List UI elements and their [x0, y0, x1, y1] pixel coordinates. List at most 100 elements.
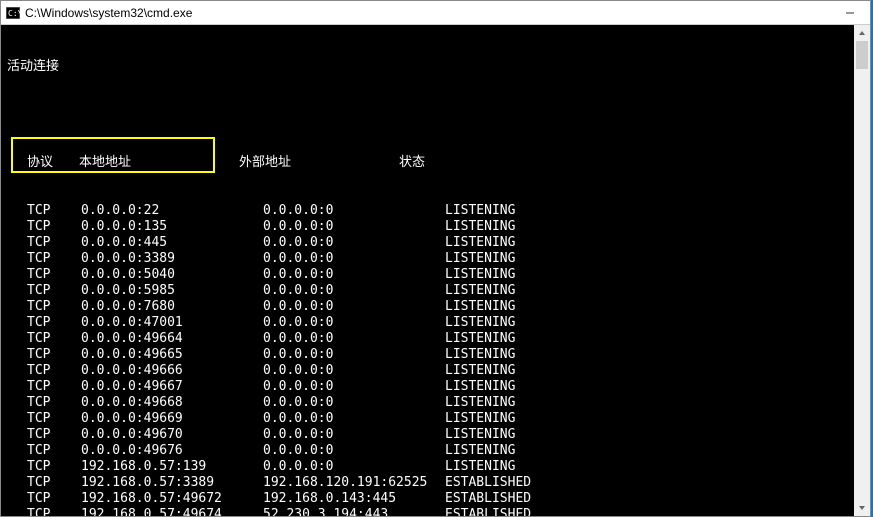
scroll-up-button[interactable] — [854, 25, 870, 41]
scroll-thumb[interactable] — [856, 41, 868, 69]
cell-foreign: 0.0.0.0:0 — [263, 267, 445, 283]
scroll-down-button[interactable] — [854, 500, 870, 516]
cell-foreign: 0.0.0.0:0 — [263, 459, 445, 475]
cell-local: 192.168.0.57:49674 — [81, 507, 263, 516]
table-row: TCP0.0.0.0:496670.0.0.0:0LISTENING — [7, 379, 864, 395]
window-controls — [830, 1, 870, 24]
cell-local: 0.0.0.0:445 — [81, 235, 263, 251]
cell-state: LISTENING — [445, 347, 515, 363]
cell-proto: TCP — [27, 379, 81, 395]
cell-proto: TCP — [27, 475, 81, 491]
table-row: TCP192.168.0.57:1390.0.0.0:0LISTENING — [7, 459, 864, 475]
cell-local: 0.0.0.0:47001 — [81, 315, 263, 331]
table-row: TCP0.0.0.0:470010.0.0.0:0LISTENING — [7, 315, 864, 331]
cell-local: 0.0.0.0:49668 — [81, 395, 263, 411]
table-row: TCP0.0.0.0:496650.0.0.0:0LISTENING — [7, 347, 864, 363]
cell-proto: TCP — [27, 459, 81, 475]
table-row: TCP0.0.0.0:496690.0.0.0:0LISTENING — [7, 411, 864, 427]
cell-proto: TCP — [27, 363, 81, 379]
cell-state: LISTENING — [445, 427, 515, 443]
cell-state: LISTENING — [445, 331, 515, 347]
cell-foreign: 0.0.0.0:0 — [263, 395, 445, 411]
cell-foreign: 0.0.0.0:0 — [263, 347, 445, 363]
cell-state: LISTENING — [445, 395, 515, 411]
table-row: TCP0.0.0.0:496680.0.0.0:0LISTENING — [7, 395, 864, 411]
blank-line — [7, 107, 864, 123]
cell-foreign: 0.0.0.0:0 — [263, 411, 445, 427]
cell-foreign: 192.168.120.191:62525 — [263, 475, 445, 491]
cell-state: LISTENING — [445, 379, 515, 395]
cell-local: 0.0.0.0:49676 — [81, 443, 263, 459]
cell-state: LISTENING — [445, 315, 515, 331]
cell-foreign: 0.0.0.0:0 — [263, 363, 445, 379]
cell-proto: TCP — [27, 331, 81, 347]
terminal-output[interactable]: 活动连接 协议 本地地址 外部地址 状态 TCP0.0.0.0:220.0.0.… — [1, 25, 870, 516]
cell-state: LISTENING — [445, 443, 515, 459]
table-row: TCP0.0.0.0:59850.0.0.0:0LISTENING — [7, 283, 864, 299]
cell-proto: TCP — [27, 347, 81, 363]
cell-foreign: 0.0.0.0:0 — [263, 235, 445, 251]
minimize-button[interactable] — [830, 1, 870, 24]
table-row: TCP192.168.0.57:49672192.168.0.143:445ES… — [7, 491, 864, 507]
cell-local: 0.0.0.0:49670 — [81, 427, 263, 443]
cell-local: 192.168.0.57:49672 — [81, 491, 263, 507]
cell-state: LISTENING — [445, 459, 515, 475]
cell-proto: TCP — [27, 267, 81, 283]
vertical-scrollbar[interactable] — [854, 25, 870, 516]
cell-foreign: 0.0.0.0:0 — [263, 299, 445, 315]
cell-foreign: 192.168.0.143:445 — [263, 491, 445, 507]
table-row: TCP0.0.0.0:496700.0.0.0:0LISTENING — [7, 427, 864, 443]
table-row: TCP0.0.0.0:496640.0.0.0:0LISTENING — [7, 331, 864, 347]
cell-proto: TCP — [27, 411, 81, 427]
cell-foreign: 0.0.0.0:0 — [263, 283, 445, 299]
header-label: 活动连接 — [7, 59, 864, 75]
cell-local: 0.0.0.0:3389 — [81, 251, 263, 267]
col-header-local: 本地地址 — [79, 155, 239, 171]
cell-state: LISTENING — [445, 411, 515, 427]
col-header-proto: 协议 — [27, 155, 79, 171]
cell-proto: TCP — [27, 315, 81, 331]
scroll-track[interactable] — [854, 41, 870, 500]
cell-state: LISTENING — [445, 251, 515, 267]
table-row: TCP0.0.0.0:496660.0.0.0:0LISTENING — [7, 363, 864, 379]
cell-local: 0.0.0.0:5040 — [81, 267, 263, 283]
titlebar[interactable]: C:\ C:\Windows\system32\cmd.exe — [1, 1, 870, 25]
svg-text:C:\: C:\ — [8, 9, 20, 18]
cell-state: ESTABLISHED — [445, 491, 531, 507]
cell-local: 0.0.0.0:49664 — [81, 331, 263, 347]
cell-state: LISTENING — [445, 283, 515, 299]
cell-foreign: 0.0.0.0:0 — [263, 331, 445, 347]
cmd-window: C:\ C:\Windows\system32\cmd.exe 活动连接 协议 … — [0, 0, 871, 517]
cell-foreign: 0.0.0.0:0 — [263, 427, 445, 443]
table-row: TCP0.0.0.0:50400.0.0.0:0LISTENING — [7, 267, 864, 283]
cell-state: LISTENING — [445, 203, 515, 219]
cell-proto: TCP — [27, 203, 81, 219]
cell-local: 0.0.0.0:135 — [81, 219, 263, 235]
cell-local: 0.0.0.0:49667 — [81, 379, 263, 395]
cell-proto: TCP — [27, 507, 81, 516]
cell-proto: TCP — [27, 283, 81, 299]
cell-foreign: 0.0.0.0:0 — [263, 203, 445, 219]
col-header-state: 状态 — [399, 155, 425, 171]
cell-state: LISTENING — [445, 363, 515, 379]
cell-proto: TCP — [27, 219, 81, 235]
column-headers: 协议 本地地址 外部地址 状态 — [7, 155, 864, 171]
cell-state: LISTENING — [445, 235, 515, 251]
cell-local: 0.0.0.0:49665 — [81, 347, 263, 363]
cell-state: LISTENING — [445, 219, 515, 235]
table-row: TCP0.0.0.0:220.0.0.0:0LISTENING — [7, 203, 864, 219]
cell-foreign: 0.0.0.0:0 — [263, 379, 445, 395]
cell-state: LISTENING — [445, 299, 515, 315]
table-row: TCP0.0.0.0:33890.0.0.0:0LISTENING — [7, 251, 864, 267]
table-row: TCP192.168.0.57:3389192.168.120.191:6252… — [7, 475, 864, 491]
cell-local: 0.0.0.0:22 — [81, 203, 263, 219]
cell-local: 0.0.0.0:49666 — [81, 363, 263, 379]
cell-proto: TCP — [27, 395, 81, 411]
cell-proto: TCP — [27, 443, 81, 459]
cell-proto: TCP — [27, 235, 81, 251]
cell-local: 192.168.0.57:3389 — [81, 475, 263, 491]
cell-foreign: 0.0.0.0:0 — [263, 219, 445, 235]
cell-foreign: 52.230.3.194:443 — [263, 507, 445, 516]
table-row: TCP0.0.0.0:1350.0.0.0:0LISTENING — [7, 219, 864, 235]
cmd-icon: C:\ — [5, 5, 21, 21]
